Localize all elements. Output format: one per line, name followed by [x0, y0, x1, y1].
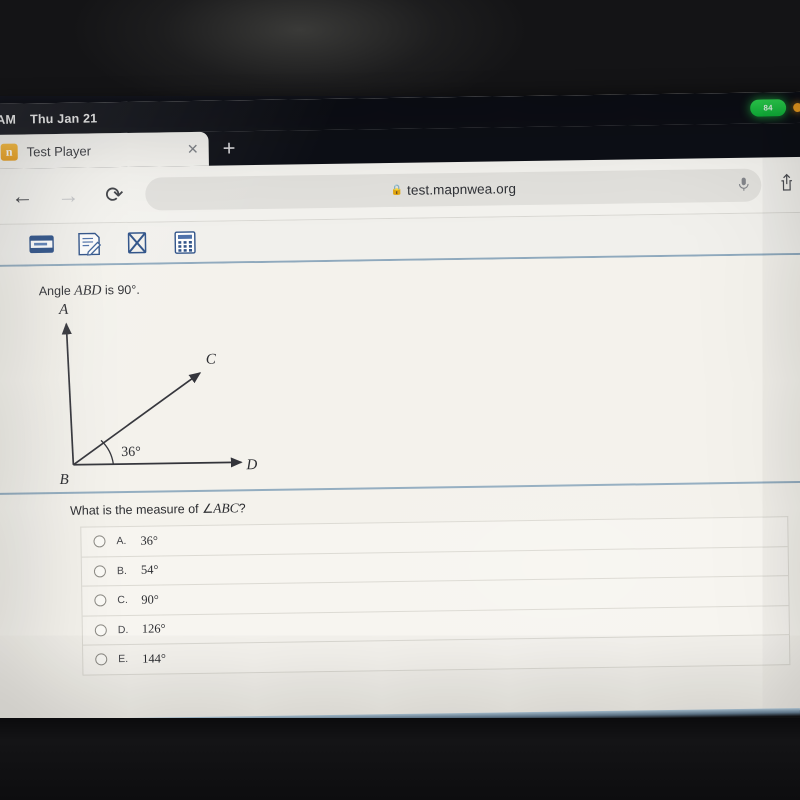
choice-a-text: 36°: [140, 533, 159, 548]
choice-c-letter: C.: [117, 594, 128, 607]
stem-suffix: is 90°.: [101, 282, 140, 298]
calculator-tool-icon[interactable]: [172, 230, 198, 254]
prompt-prefix: What is the measure of ∠: [69, 501, 214, 518]
label-c: C: [206, 352, 217, 368]
choice-d-letter: D.: [117, 623, 129, 636]
nwea-favicon-icon: n: [0, 143, 18, 161]
stem-prefix: Angle: [38, 283, 75, 299]
label-a: A: [58, 302, 69, 318]
laptop-base: [0, 718, 800, 800]
menubar-spacer: [97, 108, 750, 118]
stem-angle-name: ABD: [74, 283, 102, 299]
os-clock: AM: [0, 112, 17, 127]
laptop-screen: AM Thu Jan 21 84 n Test Player ✕ + ← → ⟳…: [0, 91, 800, 722]
choice-e-letter: E.: [118, 653, 129, 666]
battery-icon: 84: [750, 99, 787, 117]
os-date: Thu Jan 21: [29, 110, 98, 126]
lock-icon: 🔒: [390, 184, 404, 197]
address-bar[interactable]: 🔒 test.mapnwea.org: [145, 168, 762, 211]
radio-a[interactable]: [93, 535, 106, 548]
answer-choices: A. 36° B. 54° C. 90° D. 126° E. 144°: [80, 516, 791, 676]
share-icon[interactable]: [769, 172, 800, 197]
choice-b-letter: B.: [116, 564, 127, 577]
radio-e[interactable]: [95, 653, 108, 666]
choice-d-text: 126°: [141, 621, 166, 637]
angle-diagram-svg: A B C D 36°: [58, 302, 258, 488]
geometry-figure: A B C D 36°: [39, 289, 800, 490]
prompt-suffix: ?: [238, 501, 246, 516]
tab-title: Test Player: [26, 142, 92, 159]
notification-dot-icon: [793, 102, 800, 113]
notepad-tool-icon[interactable]: [76, 231, 102, 256]
label-b: B: [59, 472, 68, 488]
question-content: Angle ABD is 90°. A B C D 36° What is th…: [0, 254, 800, 722]
choice-c-text: 90°: [141, 592, 159, 607]
label-d: D: [245, 457, 257, 473]
prompt-angle-name: ABC: [213, 500, 239, 516]
reload-icon[interactable]: ⟳: [91, 182, 137, 207]
close-icon[interactable]: ✕: [187, 141, 199, 157]
microphone-icon[interactable]: [738, 176, 749, 194]
radio-d[interactable]: [94, 624, 107, 637]
highlighter-tool-icon[interactable]: [28, 232, 54, 256]
choice-b-text: 54°: [140, 562, 159, 578]
new-tab-button[interactable]: +: [222, 135, 235, 161]
url-text: test.mapnwea.org: [406, 181, 517, 198]
back-arrow-icon[interactable]: ←: [0, 183, 46, 208]
choice-e-text: 144°: [142, 651, 167, 666]
eliminate-choice-tool-icon[interactable]: [124, 231, 150, 255]
forward-arrow-icon[interactable]: →: [45, 182, 91, 207]
choice-a-letter: A.: [116, 535, 127, 548]
angle-measure-label: 36°: [121, 445, 141, 460]
radio-c[interactable]: [94, 594, 107, 607]
radio-b[interactable]: [93, 565, 107, 578]
tab-test-player[interactable]: n Test Player ✕: [0, 131, 209, 169]
